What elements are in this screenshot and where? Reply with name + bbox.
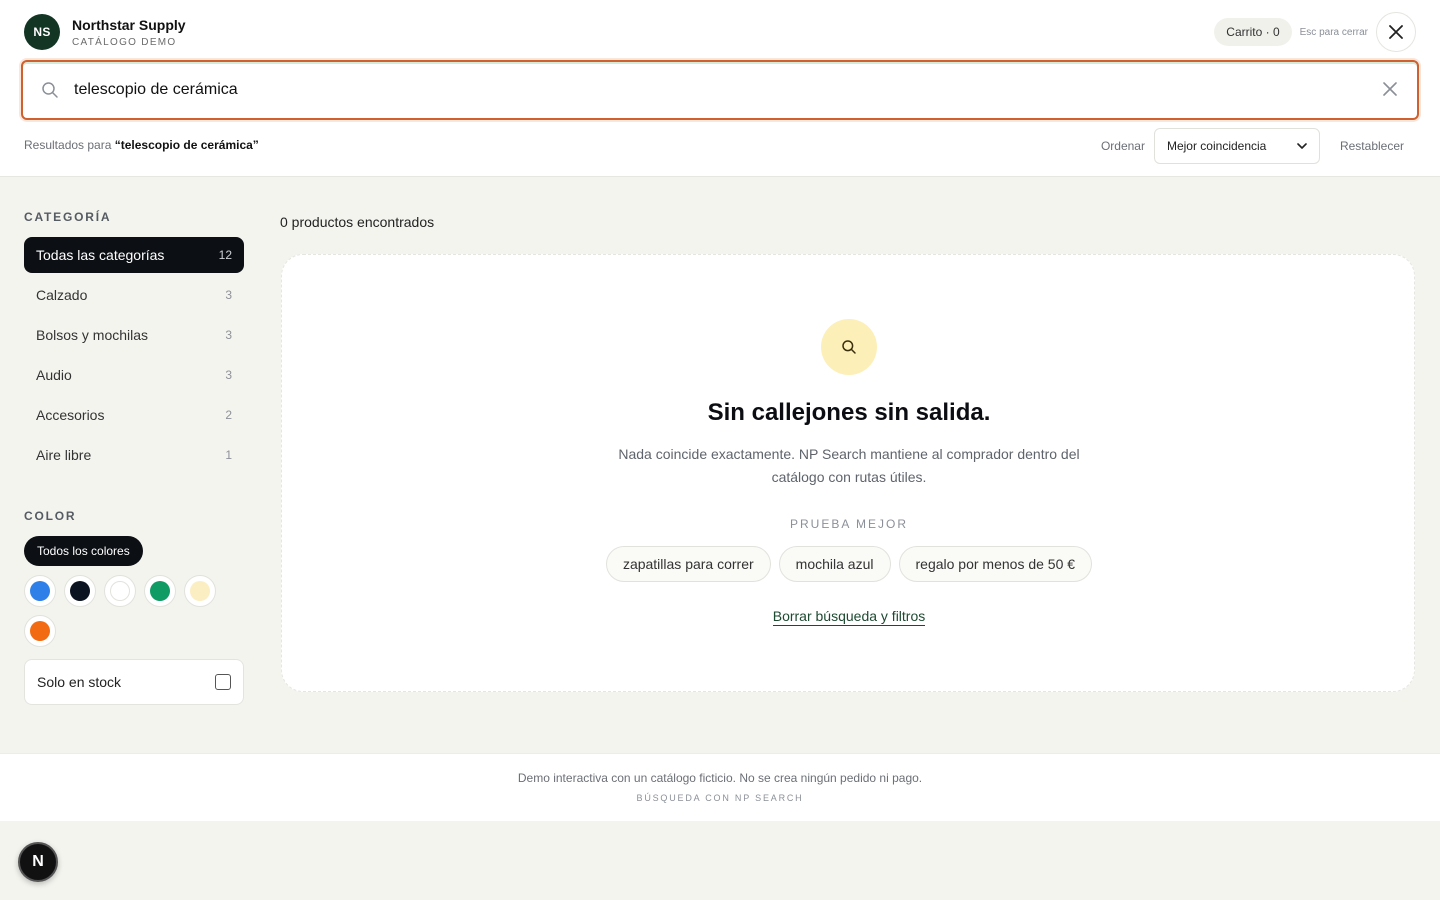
category-label: Aire libre: [36, 447, 92, 463]
category-count: 3: [225, 328, 232, 342]
color-swatch-blue[interactable]: [24, 575, 56, 607]
empty-state-card: Sin callejones sin salida. Nada coincide…: [281, 254, 1415, 692]
empty-state-description: Nada coincide exactamente. NP Search man…: [609, 443, 1089, 489]
category-count: 3: [225, 368, 232, 382]
results-count: 0 productos encontrados: [280, 214, 435, 230]
sort-select[interactable]: Mejor coincidencia: [1153, 128, 1320, 164]
sort-label: Ordenar: [1100, 139, 1145, 153]
color-swatch-cream[interactable]: [184, 575, 216, 607]
search-input[interactable]: [74, 72, 1354, 108]
in-stock-filter[interactable]: Solo en stock: [24, 659, 244, 705]
category-item-accesorios[interactable]: Accesorios 2: [24, 397, 244, 433]
esc-hint: Esc para cerrar: [1299, 26, 1368, 38]
category-count: 2: [225, 408, 232, 422]
chevron-down-icon: [1297, 143, 1307, 149]
close-icon: [1389, 25, 1403, 39]
category-heading: CATEGORÍA: [24, 210, 112, 224]
category-count: 12: [218, 248, 232, 262]
brand-name: Northstar Supply: [72, 17, 186, 33]
cart-button[interactable]: Carrito · 0: [1214, 18, 1292, 46]
suggestion-chip[interactable]: regalo por menos de 50 €: [898, 546, 1093, 582]
brand-logo: NS: [24, 14, 60, 50]
brand-text: Northstar Supply CATÁLOGO DEMO: [72, 16, 186, 48]
sort-controls: Ordenar Mejor coincidencia Restablecer: [1101, 128, 1404, 164]
filters-sidebar: CATEGORÍA Todas las categorías 12 Calzad…: [24, 210, 244, 705]
reset-button[interactable]: Restablecer: [1340, 139, 1404, 153]
suggestion-chip[interactable]: mochila azul: [778, 546, 891, 582]
footer-disclaimer: Demo interactiva con un catálogo fictici…: [517, 771, 923, 785]
swatch-fill: [110, 581, 130, 601]
category-list: Todas las categorías 12 Calzado 3 Bolsos…: [24, 237, 244, 473]
sort-selected-value: Mejor coincidencia: [1166, 139, 1267, 153]
category-item-calzado[interactable]: Calzado 3: [24, 277, 244, 313]
swatch-fill: [150, 581, 170, 601]
color-swatch-black[interactable]: [64, 575, 96, 607]
clear-search-filters-link[interactable]: Borrar búsqueda y filtros: [772, 608, 926, 626]
category-label: Bolsos y mochilas: [36, 327, 149, 343]
results-prefix: Resultados para: [24, 138, 112, 152]
swatch-fill: [70, 581, 90, 601]
color-swatch-orange[interactable]: [24, 615, 56, 647]
category-label: Calzado: [36, 287, 88, 303]
category-item-audio[interactable]: Audio 3: [24, 357, 244, 393]
brand-subtitle: CATÁLOGO DEMO: [72, 37, 177, 48]
empty-desc-line-2: catálogo con rutas útiles.: [771, 469, 927, 485]
category-item-all[interactable]: Todas las categorías 12: [24, 237, 244, 273]
suggestion-chip[interactable]: zapatillas para correr: [605, 546, 771, 582]
try-instead-label: PRUEBA MEJOR: [789, 517, 909, 531]
all-colors-button[interactable]: Todos los colores: [24, 536, 143, 566]
suggestion-chips: zapatillas para correr mochila azul rega…: [282, 546, 1416, 582]
top-bar: NS Northstar Supply CATÁLOGO DEMO Carrit…: [0, 0, 1440, 177]
swatch-fill: [30, 621, 50, 641]
close-button[interactable]: [1376, 12, 1416, 52]
empty-state-icon-circle: [821, 319, 877, 375]
color-heading: COLOR: [24, 509, 77, 523]
footer-powered-by: BÚSQUEDA CON NP SEARCH: [636, 793, 804, 803]
category-item-aire-libre[interactable]: Aire libre 1: [24, 437, 244, 473]
empty-state-title: Sin callejones sin salida.: [707, 399, 991, 426]
next-dev-badge[interactable]: N: [18, 842, 58, 882]
swatch-fill: [30, 581, 50, 601]
in-stock-label: Solo en stock: [37, 674, 122, 690]
results-query: “telescopio de cerámica”: [114, 138, 259, 152]
category-label: Accesorios: [36, 407, 105, 423]
category-count: 1: [225, 448, 232, 462]
search-box: [21, 60, 1419, 120]
clear-icon[interactable]: [1383, 82, 1397, 96]
in-stock-checkbox[interactable]: [215, 674, 231, 690]
category-label: Todas las categorías: [36, 247, 165, 263]
color-swatches: [24, 575, 224, 655]
category-count: 3: [225, 288, 232, 302]
category-label: Audio: [36, 367, 72, 383]
empty-desc-line-1: Nada coincide exactamente. NP Search man…: [618, 446, 1080, 462]
color-swatch-green[interactable]: [144, 575, 176, 607]
search-icon: [42, 82, 58, 98]
clear-search-filters-wrap: Borrar búsqueda y filtros: [282, 608, 1416, 626]
brand[interactable]: NS Northstar Supply CATÁLOGO DEMO: [24, 14, 186, 50]
search-icon: [842, 340, 856, 354]
swatch-fill: [190, 581, 210, 601]
footer: Demo interactiva con un catálogo fictici…: [0, 753, 1440, 821]
header-actions: Carrito · 0 Esc para cerrar: [1214, 12, 1416, 52]
category-item-bolsos[interactable]: Bolsos y mochilas 3: [24, 317, 244, 353]
results-summary: Resultados para “telescopio de cerámica”: [24, 138, 259, 152]
color-swatch-white[interactable]: [104, 575, 136, 607]
